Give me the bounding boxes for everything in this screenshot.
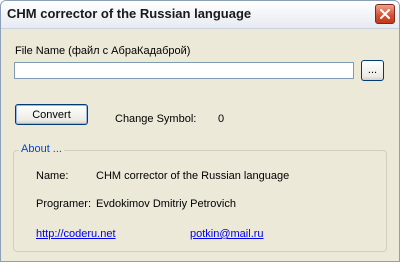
browse-button[interactable]: ... [361,60,384,81]
programmer-value: Evdokimov Dmitriy Petrovich [96,198,236,210]
email-link[interactable]: potkin@mail.ru [190,228,264,240]
window-title: CHM corrector of the Russian language [7,6,252,21]
file-name-label: File Name (файл с АбраКадаброй) [15,45,191,57]
name-label: Name: [36,170,69,182]
close-icon [380,9,390,19]
close-button[interactable] [375,4,395,24]
name-value: CHM corrector of the Russian language [96,170,290,182]
about-group-title: About ... [19,143,64,155]
window-client-area: File Name (файл с АбраКадаброй) ... Conv… [4,29,396,258]
title-bar[interactable]: CHM corrector of the Russian language [1,1,399,29]
app-window: CHM corrector of the Russian language Fi… [0,0,400,262]
programmer-label: Programer: [36,198,92,210]
website-link[interactable]: http://coderu.net [36,228,116,240]
file-name-input[interactable] [14,62,354,79]
change-symbol-label: Change Symbol: [115,113,197,125]
change-symbol-value: 0 [218,113,225,125]
convert-button[interactable]: Convert [15,104,88,125]
